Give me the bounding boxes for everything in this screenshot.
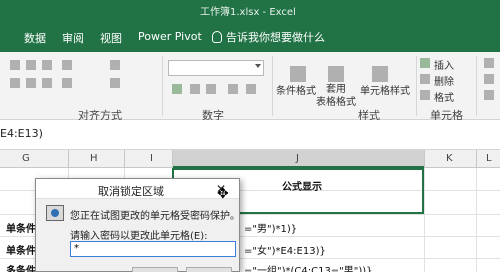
tell-me-box[interactable]: 告诉我你想要做什么 <box>212 29 325 45</box>
delete-button[interactable]: 删除 <box>434 73 454 88</box>
password-prompt: 请输入密码以更改此单元格(E): <box>70 231 208 242</box>
row-label-multi[interactable]: 多条件 <box>6 262 36 272</box>
dialog-title-bar[interactable]: 取消锁定区域 ✕ <box>36 179 239 199</box>
merge-center-icon[interactable] <box>110 78 120 88</box>
insert-icon[interactable] <box>420 58 430 68</box>
align-right-icon[interactable] <box>42 78 52 88</box>
formula-text[interactable]: E4:E13) <box>0 127 43 140</box>
row-label-single-1[interactable]: 单条件 <box>6 220 36 235</box>
column-headers: G H I J K L <box>0 150 500 168</box>
number-format-select[interactable] <box>168 60 264 76</box>
formula-cell-1[interactable]: ="男")*1)} <box>244 220 297 235</box>
format-icon[interactable] <box>420 90 430 100</box>
title-bar: 工作簿1.xlsx - Excel <box>0 0 500 20</box>
wrap-text-icon[interactable] <box>110 60 120 70</box>
align-center-icon[interactable] <box>26 78 36 88</box>
align-left-icon[interactable] <box>10 78 20 88</box>
cell-styles-icon[interactable] <box>372 66 388 82</box>
percent-icon[interactable] <box>190 84 200 94</box>
conditional-format-icon[interactable] <box>290 66 306 82</box>
mouse-cursor-icon: ✥ <box>217 186 229 202</box>
password-input[interactable]: * <box>70 241 236 257</box>
accounting-format-icon[interactable] <box>172 84 182 94</box>
decrease-decimal-icon[interactable] <box>246 84 256 94</box>
tab-data[interactable]: 数据 <box>24 30 46 46</box>
format-button[interactable]: 格式 <box>434 89 454 104</box>
orientation-icon[interactable] <box>62 60 72 70</box>
delete-icon[interactable] <box>420 74 430 84</box>
align-bottom-icon[interactable] <box>42 60 52 70</box>
formula-cell-3[interactable]: ="一组")*(C4:C13="男"))} <box>244 262 373 272</box>
column-header-g[interactable]: G <box>22 153 30 164</box>
protected-sheet-icon <box>46 205 64 221</box>
tab-power-pivot[interactable]: Power Pivot <box>138 30 202 43</box>
column-header-k[interactable]: K <box>446 153 453 164</box>
comma-icon[interactable] <box>206 84 216 94</box>
divider <box>272 56 273 116</box>
divider <box>162 56 163 116</box>
unlock-range-dialog: 取消锁定区域 ✕ 您正在试图更改的单元格受密码保护。 请输入密码以更改此单元格(… <box>35 178 240 272</box>
formula-cell-2[interactable]: ="女")*E4:E13)} <box>244 242 326 257</box>
autosum-icon[interactable] <box>484 58 494 68</box>
align-middle-icon[interactable] <box>26 60 36 70</box>
increase-decimal-icon[interactable] <box>228 84 238 94</box>
table-format-button-line2[interactable]: 表格格式 <box>316 93 356 108</box>
formula-bar[interactable]: E4:E13) <box>0 120 500 150</box>
chevron-down-icon <box>255 64 261 68</box>
lightbulb-icon <box>212 31 222 43</box>
indent-icon[interactable] <box>62 78 72 88</box>
row-label-single-2[interactable]: 单条件 <box>6 242 36 257</box>
tell-me-label: 告诉我你想要做什么 <box>226 31 325 44</box>
ok-button[interactable] <box>132 267 178 272</box>
dialog-message: 您正在试图更改的单元格受密码保护。 <box>70 211 240 222</box>
column-header-i[interactable]: I <box>150 153 153 164</box>
cancel-button[interactable] <box>186 267 232 272</box>
tab-review[interactable]: 审阅 <box>62 30 84 46</box>
formula-display-header[interactable]: 公式显示 <box>282 178 322 193</box>
tab-view[interactable]: 视图 <box>100 30 122 46</box>
insert-button[interactable]: 插入 <box>434 57 454 72</box>
align-top-icon[interactable] <box>10 60 20 70</box>
column-header-h[interactable]: H <box>90 153 98 164</box>
fill-icon[interactable] <box>484 74 494 84</box>
clear-icon[interactable] <box>484 90 494 100</box>
divider <box>476 56 477 116</box>
ribbon: 对齐方式 数字 条件格式 套用 表格格式 单元格样式 样式 插入 删除 格式 单… <box>0 52 500 122</box>
cell-styles-button[interactable]: 单元格样式 <box>360 82 410 97</box>
divider <box>416 56 417 116</box>
window-title: 工作簿1.xlsx - Excel <box>200 7 296 18</box>
column-header-j[interactable]: J <box>296 153 299 164</box>
dialog-title: 取消锁定区域 <box>98 185 164 198</box>
column-header-l[interactable]: L <box>486 153 492 164</box>
conditional-format-button[interactable]: 条件格式 <box>276 82 316 97</box>
ribbon-tabs: 数据 审阅 视图 Power Pivot 告诉我你想要做什么 <box>0 20 500 52</box>
